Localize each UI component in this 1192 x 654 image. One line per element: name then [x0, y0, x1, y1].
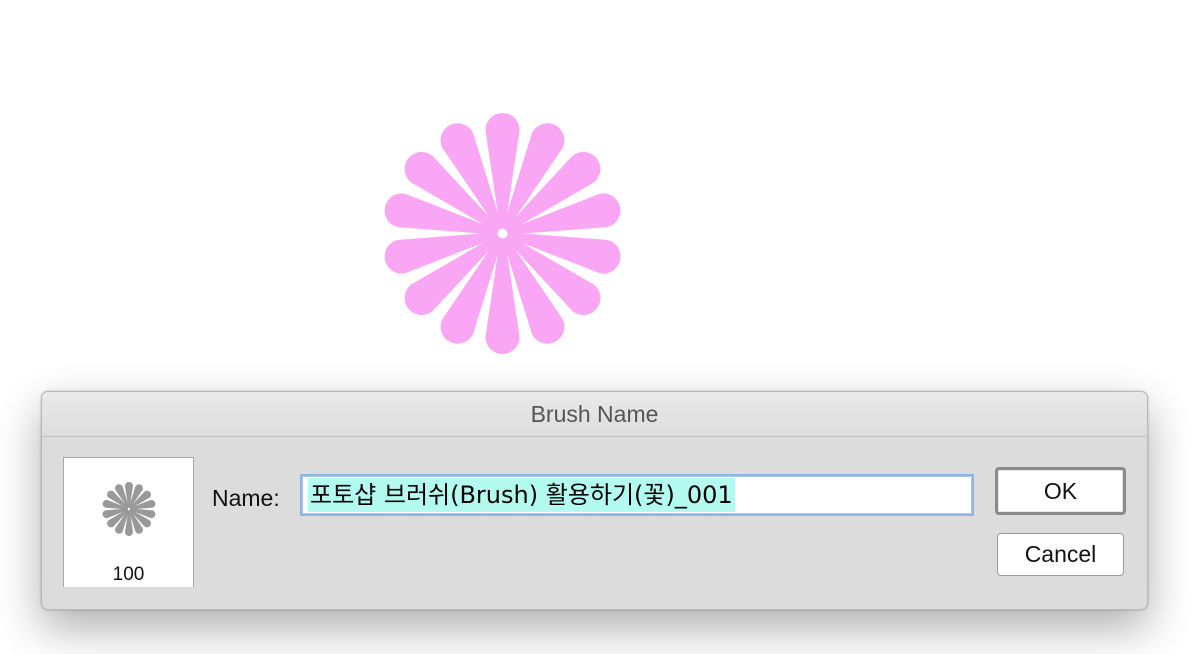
name-label: Name: [212, 485, 280, 511]
brush-name-value[interactable]: 포토샵 브러쉬(Brush) 활용하기(꽃)_001 [308, 478, 735, 512]
cancel-button[interactable]: Cancel [997, 533, 1124, 576]
flower-brush-icon [102, 482, 156, 536]
ok-button[interactable]: OK [995, 467, 1126, 515]
dialog-title: Brush Name [530, 400, 659, 427]
flower-center-hole [497, 228, 508, 239]
brush-size-label: 100 [112, 564, 145, 585]
brush-name-dialog: Brush Name 100 Name: 포토샵 브러쉬(Brush) 활용하기… [41, 391, 1148, 610]
brush-name-input[interactable]: 포토샵 브러쉬(Brush) 활용하기(꽃)_001 [300, 474, 974, 516]
ok-button-label: OK [1043, 477, 1078, 504]
brush-preview: 100 [63, 457, 194, 587]
flower-brush-artwork [384, 113, 621, 354]
dialog-titlebar[interactable]: Brush Name [42, 392, 1147, 437]
flower-center-hole [127, 507, 131, 511]
cancel-button-label: Cancel [1024, 541, 1097, 567]
